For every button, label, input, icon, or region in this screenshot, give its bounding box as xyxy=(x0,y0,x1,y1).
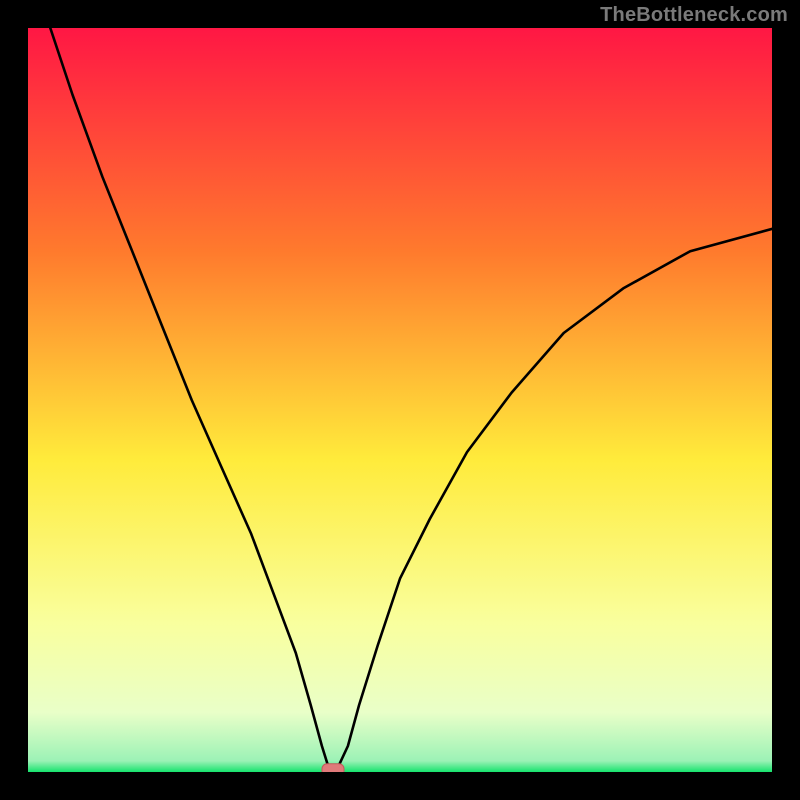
chart-frame: TheBottleneck.com xyxy=(0,0,800,800)
minimum-marker xyxy=(322,764,344,772)
gradient-background xyxy=(28,28,772,772)
watermark-text: TheBottleneck.com xyxy=(600,4,788,27)
plot-area xyxy=(28,28,772,772)
bottleneck-chart-svg xyxy=(28,28,772,772)
